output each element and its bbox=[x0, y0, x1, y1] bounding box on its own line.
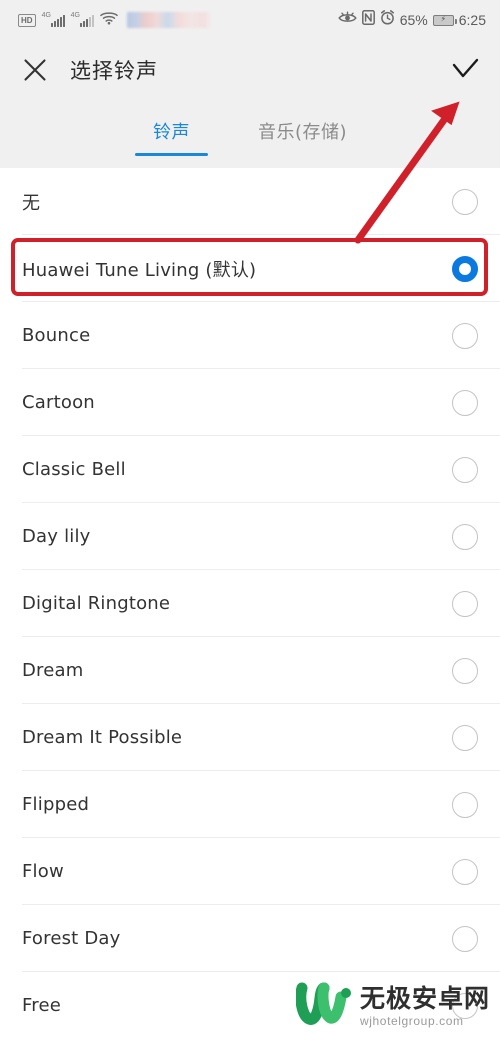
list-item[interactable]: Dream It Possible bbox=[0, 704, 500, 771]
list-item[interactable]: Cartoon bbox=[0, 369, 500, 436]
tab-active-indicator bbox=[134, 153, 208, 156]
watermark-site-name: 无极安卓网 bbox=[359, 984, 490, 1013]
list-item[interactable]: 无 bbox=[0, 168, 500, 235]
nfc-icon bbox=[361, 10, 375, 30]
signal-bar bbox=[82, 21, 85, 27]
list-item-label: Cartoon bbox=[22, 392, 95, 413]
radio-button[interactable] bbox=[452, 456, 478, 483]
list-item-label: 无 bbox=[22, 192, 41, 214]
list-item-label: Free bbox=[22, 995, 61, 1016]
radio-button[interactable] bbox=[452, 925, 478, 952]
signal-bar bbox=[50, 23, 53, 27]
list-item[interactable]: Classic Bell bbox=[0, 436, 500, 503]
signal-bar bbox=[59, 17, 62, 27]
radio-button[interactable] bbox=[452, 523, 478, 550]
watermark: 无极安卓网 wjhotelgroup.com bbox=[295, 982, 490, 1031]
list-item[interactable]: Forest Day bbox=[0, 905, 500, 972]
status-bar: HD 4G 4G 65% ⚡ 6:25 bbox=[0, 0, 500, 40]
clock-label: 6:25 bbox=[458, 12, 486, 28]
close-icon[interactable] bbox=[22, 57, 48, 83]
ringtone-list: 无 Huawei Tune Living (默认) Bounce Cartoon… bbox=[0, 168, 500, 1039]
signal-bar bbox=[62, 15, 65, 27]
list-item-label: Dream It Possible bbox=[22, 727, 183, 748]
radio-button[interactable] bbox=[452, 858, 478, 885]
list-item-label: Classic Bell bbox=[22, 459, 126, 480]
list-item-label: Huawei Tune Living (默认) bbox=[22, 259, 257, 281]
hd-icon: HD bbox=[18, 13, 36, 27]
battery-percent-label: 65% bbox=[399, 12, 428, 28]
list-item-label: Forest Day bbox=[22, 928, 121, 949]
watermark-text: 无极安卓网 wjhotelgroup.com bbox=[360, 986, 490, 1027]
radio-button[interactable] bbox=[452, 322, 478, 349]
app-header: 选择铃声 bbox=[0, 40, 500, 100]
radio-button-selected[interactable] bbox=[452, 255, 478, 282]
ringtone-picker-screen: HD 4G 4G 65% ⚡ 6:25 选择铃声 铃声 音乐(存储) 无 Hua… bbox=[0, 0, 500, 1039]
carrier-name-blurred bbox=[126, 12, 211, 28]
page-title: 选择铃声 bbox=[70, 59, 158, 83]
list-item[interactable]: Day lily bbox=[0, 503, 500, 570]
list-item[interactable]: Flow bbox=[0, 838, 500, 905]
list-item[interactable]: Huawei Tune Living (默认) bbox=[0, 235, 500, 302]
radio-button[interactable] bbox=[452, 389, 478, 416]
wifi-icon bbox=[99, 11, 118, 30]
check-icon[interactable] bbox=[450, 55, 480, 85]
tab-bar: 铃声 音乐(存储) bbox=[0, 100, 500, 168]
radio-button[interactable] bbox=[452, 590, 478, 617]
list-item[interactable]: Flipped bbox=[0, 771, 500, 838]
radio-button[interactable] bbox=[452, 724, 478, 751]
radio-button[interactable] bbox=[452, 791, 478, 818]
signal-bar bbox=[91, 15, 94, 27]
tab-ringtones-label: 铃声 bbox=[152, 122, 190, 143]
signal-bar bbox=[79, 23, 82, 27]
list-item-label: Digital Ringtone bbox=[22, 593, 171, 614]
sim2-signal-icon: 4G bbox=[71, 12, 94, 27]
signal-bar bbox=[53, 21, 56, 27]
alarm-clock-icon bbox=[380, 10, 395, 30]
eye-icon bbox=[338, 11, 357, 30]
list-item-label: Day lily bbox=[22, 526, 91, 547]
tab-music-storage[interactable]: 音乐(存储) bbox=[254, 112, 351, 156]
list-item[interactable]: Bounce bbox=[0, 302, 500, 369]
signal-bar bbox=[85, 19, 88, 27]
signal-bar bbox=[56, 19, 59, 27]
tab-ringtones[interactable]: 铃声 bbox=[134, 112, 208, 156]
radio-button[interactable] bbox=[452, 188, 478, 215]
list-item-label: Flow bbox=[22, 861, 64, 882]
watermark-site-url: wjhotelgroup.com bbox=[359, 1014, 464, 1028]
list-item[interactable]: Dream bbox=[0, 637, 500, 704]
sim1-signal-icon: 4G bbox=[42, 12, 65, 27]
status-bar-left: HD 4G 4G bbox=[18, 11, 211, 30]
charging-bolt-icon: ⚡ bbox=[440, 14, 447, 24]
battery-icon: ⚡ bbox=[432, 14, 457, 26]
status-bar-right: 65% ⚡ 6:25 bbox=[338, 10, 486, 30]
list-item-label: Bounce bbox=[22, 325, 91, 346]
list-item-label: Dream bbox=[22, 660, 84, 681]
radio-button[interactable] bbox=[452, 657, 478, 684]
list-item[interactable]: Digital Ringtone bbox=[0, 570, 500, 637]
signal-bar bbox=[88, 17, 91, 27]
list-item-label: Flipped bbox=[22, 794, 90, 815]
tab-music-storage-label: 音乐(存储) bbox=[257, 122, 348, 143]
w-logo-icon bbox=[295, 982, 352, 1031]
